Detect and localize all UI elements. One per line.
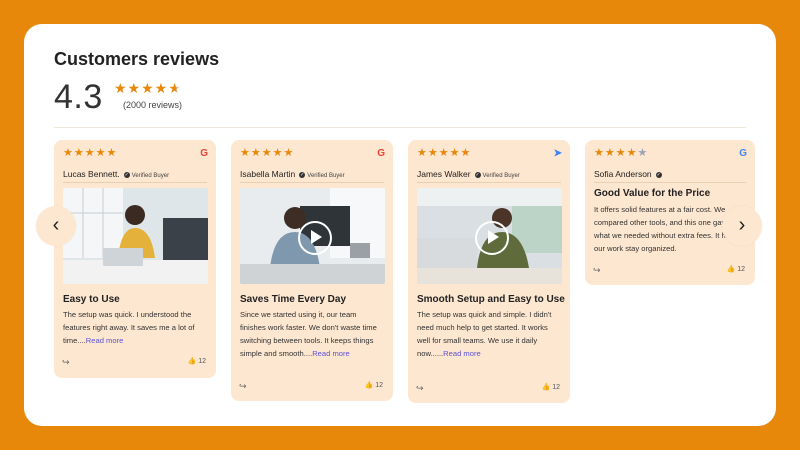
verified-badge: ✓ bbox=[655, 172, 664, 179]
reviewer-name: Isabella Martin ✓ Verified Buyer bbox=[240, 169, 345, 179]
divider bbox=[417, 182, 561, 183]
card-stars: ★★★★★ bbox=[240, 147, 295, 159]
thumbs-up-icon: 👍 bbox=[541, 384, 551, 391]
divider bbox=[240, 182, 384, 183]
reviewer-name: Sofia Anderson ✓ bbox=[594, 169, 664, 179]
play-icon[interactable] bbox=[474, 221, 509, 255]
page-title: Customers reviews bbox=[54, 49, 220, 69]
card-stars: ★★★★★ bbox=[417, 147, 472, 159]
review-body: The setup was quick. I understood the fe… bbox=[63, 310, 195, 345]
half-star-icon: ★ bbox=[168, 80, 182, 96]
share-icon[interactable]: ↪ bbox=[62, 357, 70, 368]
thumbs-up-icon: 👍 bbox=[364, 382, 374, 389]
review-title: Smooth Setup and Easy to Use bbox=[417, 294, 565, 305]
review-video[interactable] bbox=[240, 188, 385, 284]
average-rating: 4.3 bbox=[54, 78, 103, 116]
like-button[interactable]: 👍 12 bbox=[365, 381, 383, 389]
like-button[interactable]: 👍 12 bbox=[542, 383, 560, 391]
verified-badge: ✓ Verified Buyer bbox=[299, 172, 345, 179]
divider bbox=[54, 127, 746, 128]
read-more-link[interactable]: Read more bbox=[312, 349, 350, 358]
check-badge-icon: ✓ bbox=[474, 172, 481, 179]
verified-badge: ✓ Verified Buyer bbox=[474, 172, 520, 179]
check-badge-icon: ✓ bbox=[123, 172, 130, 179]
card-stars: ★★★★★ bbox=[594, 147, 649, 159]
thumbs-up-icon: 👍 bbox=[187, 358, 197, 365]
next-button[interactable]: › bbox=[722, 206, 762, 246]
like-button[interactable]: 👍 12 bbox=[727, 265, 745, 273]
review-count: (2000 reviews) bbox=[123, 100, 183, 110]
like-button[interactable]: 👍 12 bbox=[188, 357, 206, 365]
play-icon[interactable] bbox=[297, 221, 332, 255]
check-badge-icon: ✓ bbox=[299, 172, 306, 179]
review-card[interactable]: ★★★★★ ➤ James Walker ✓ Verified Buyer Smoo… bbox=[408, 140, 570, 403]
reviewer-name: James Walker ✓ Verified Buyer bbox=[417, 169, 520, 179]
divider bbox=[594, 182, 746, 183]
prev-button[interactable]: ‹ bbox=[36, 206, 76, 246]
google-icon: G bbox=[377, 148, 385, 159]
read-more-link[interactable]: Read more bbox=[86, 336, 124, 345]
review-title: Saves Time Every Day bbox=[240, 294, 347, 305]
review-video[interactable] bbox=[417, 188, 562, 284]
review-title: Good Value for the Price bbox=[594, 188, 711, 199]
check-badge-icon: ✓ bbox=[655, 172, 662, 179]
read-more-link[interactable]: Read more bbox=[443, 349, 481, 358]
review-body: Since we started using it, our team fini… bbox=[240, 310, 377, 358]
review-body: The setup was quick and simple. I didn't… bbox=[417, 310, 552, 358]
card-stars: ★★★★★ bbox=[63, 147, 118, 159]
reviewer-name: Lucas Bennett. ✓ Verified Buyer bbox=[63, 169, 170, 179]
review-card[interactable]: ★★★★★ G Lucas Bennett. ✓ Verified Buyer Ea… bbox=[54, 140, 216, 378]
share-icon[interactable]: ↪ bbox=[416, 383, 424, 394]
reviews-panel: Customers reviews 4.3 ★★★★★ (2000 review… bbox=[24, 24, 776, 426]
review-title: Easy to Use bbox=[63, 294, 120, 305]
review-card[interactable]: ★★★★★ G Isabella Martin ✓ Verified Buyer S… bbox=[231, 140, 393, 401]
google-icon: G bbox=[200, 148, 208, 159]
google-icon: G bbox=[739, 148, 747, 159]
verified-badge: ✓ Verified Buyer bbox=[123, 172, 170, 179]
share-icon[interactable]: ↪ bbox=[239, 381, 247, 392]
review-photo[interactable] bbox=[63, 188, 208, 284]
share-icon[interactable]: ↪ bbox=[593, 265, 601, 276]
full-stars: ★★★★ bbox=[114, 80, 169, 96]
thumbs-up-icon: 👍 bbox=[726, 266, 736, 273]
send-icon: ➤ bbox=[553, 148, 562, 159]
average-stars: ★★★★★ bbox=[114, 80, 182, 97]
divider bbox=[63, 182, 207, 183]
